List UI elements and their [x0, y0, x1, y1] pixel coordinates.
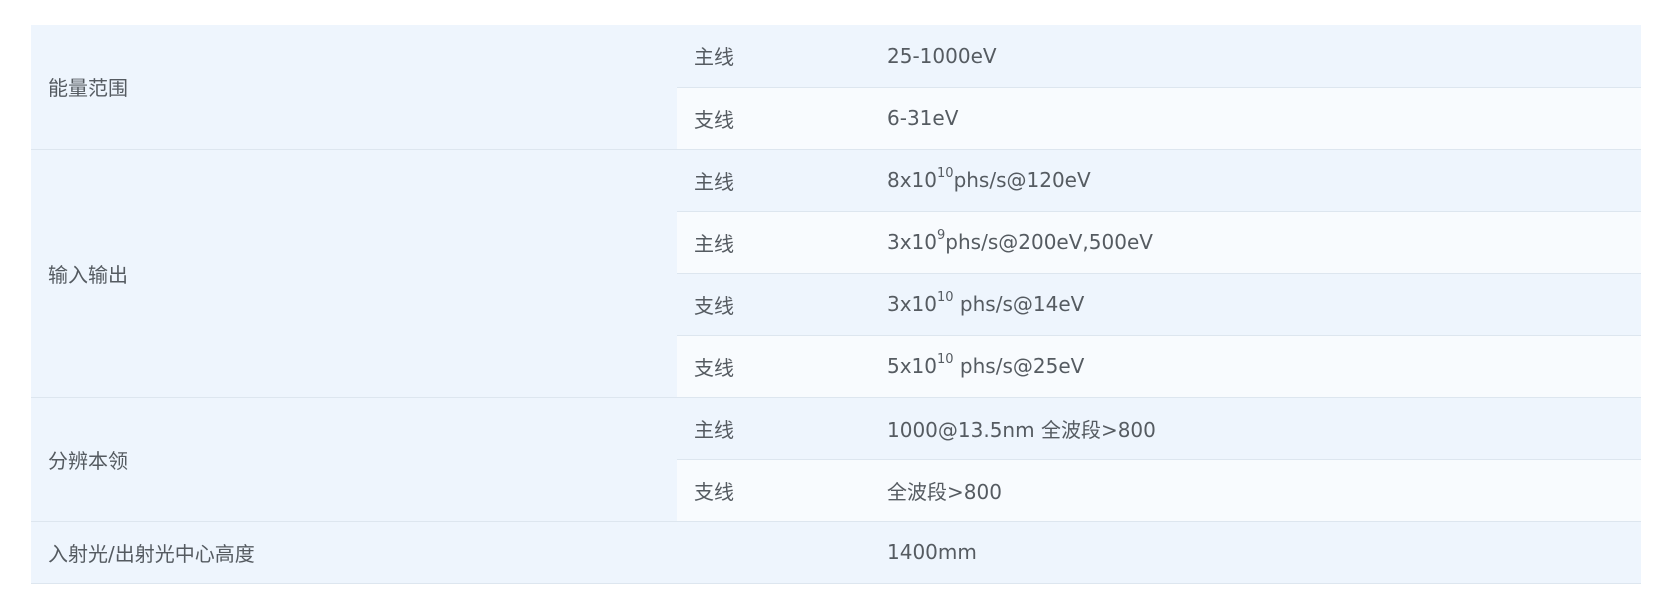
value-cell: 6-31eV	[870, 87, 1641, 150]
value-cell: 3x109phs/s@200eV,500eV	[870, 211, 1641, 274]
flux-unit: phs/s@14eV	[953, 292, 1085, 316]
flux-base: 3x10	[887, 292, 938, 316]
flux-unit: phs/s@200eV,500eV	[945, 230, 1153, 254]
line-type-cell: 支线	[677, 335, 870, 398]
flux-unit: phs/s@25eV	[953, 354, 1085, 378]
flux-exponent: 10	[937, 352, 954, 368]
line-type-cell: 支线	[677, 87, 870, 150]
line-type-cell: 主线	[677, 211, 870, 274]
row-label-resolution: 分辨本领	[31, 397, 677, 522]
value-cell: 3x1010 phs/s@14eV	[870, 273, 1641, 336]
spec-table-container: 能量范围 主线 25-1000eV 支线 6-31eV 输入输出 主线 8x10…	[31, 25, 1641, 584]
table-row: 入射光/出射光中心高度 1400mm	[31, 521, 1641, 584]
row-label-beam-height: 入射光/出射光中心高度	[31, 521, 870, 584]
value-cell: 1400mm	[870, 521, 1641, 584]
value-cell: 25-1000eV	[870, 25, 1641, 88]
line-type-cell: 支线	[677, 273, 870, 336]
line-type-cell: 主线	[677, 149, 870, 212]
value-cell: 8x1010phs/s@120eV	[870, 149, 1641, 212]
flux-base: 5x10	[887, 354, 938, 378]
table-row: 分辨本领 主线 1000@13.5nm 全波段>800	[31, 397, 1641, 522]
table-row: 能量范围 主线 25-1000eV	[31, 25, 1641, 150]
flux-exponent: 10	[937, 290, 954, 306]
spec-table: 能量范围 主线 25-1000eV 支线 6-31eV 输入输出 主线 8x10…	[31, 25, 1641, 584]
value-cell: 1000@13.5nm 全波段>800	[870, 397, 1641, 460]
line-type-cell: 主线	[677, 25, 870, 88]
row-label-flux: 输入输出	[31, 149, 677, 398]
line-type-cell: 支线	[677, 459, 870, 522]
value-cell: 5x1010 phs/s@25eV	[870, 335, 1641, 398]
value-cell: 全波段>800	[870, 459, 1641, 522]
table-row: 输入输出 主线 8x1010phs/s@120eV	[31, 149, 1641, 398]
line-type-cell: 主线	[677, 397, 870, 460]
flux-base: 8x10	[887, 168, 938, 192]
flux-unit: phs/s@120eV	[953, 168, 1091, 192]
flux-base: 3x10	[887, 230, 938, 254]
flux-exponent: 9	[937, 228, 946, 244]
row-label-energy-range: 能量范围	[31, 25, 677, 150]
flux-exponent: 10	[937, 166, 954, 182]
